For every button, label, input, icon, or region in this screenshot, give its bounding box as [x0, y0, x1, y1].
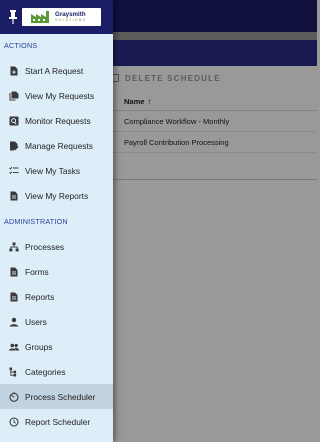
group-icon: [9, 342, 19, 352]
nav-item-label: Categories: [25, 366, 66, 377]
report-doc-icon: [9, 191, 19, 201]
nav-item-label: View My Tasks: [25, 165, 81, 176]
file-copy-icon: [9, 91, 19, 101]
user-icon: [9, 317, 19, 327]
history-icon: [9, 416, 19, 427]
nav-item-view-my-reports[interactable]: View My Reports: [0, 183, 113, 208]
nav-item-monitor-requests[interactable]: Monitor Requests: [0, 108, 113, 133]
nav-item-view-my-requests[interactable]: View My Requests: [0, 83, 113, 108]
nav-item-label: Start A Request: [25, 65, 84, 76]
nav-item-label: View My Requests: [25, 90, 95, 101]
nav-item-start-a-request[interactable]: Start A Request: [0, 58, 113, 83]
section-label-actions: ACTIONS: [4, 41, 38, 50]
nav-item-label: Monitor Requests: [25, 115, 91, 126]
logo-name: Graysmith: [55, 10, 86, 18]
nav-item-process-scheduler[interactable]: Process Scheduler: [0, 384, 113, 409]
nav-item-manage-requests[interactable]: Manage Requests: [0, 133, 113, 158]
factory-logo-icon: [31, 11, 49, 23]
nav-item-label: Manage Requests: [25, 140, 93, 151]
nav-item-label: Process Scheduler: [25, 391, 96, 402]
nav-item-label: Processes: [25, 241, 65, 252]
nav-item-view-my-tasks[interactable]: View My Tasks: [0, 158, 113, 183]
report-doc-icon: [9, 292, 19, 302]
nav-item-label: View My Reports: [25, 190, 89, 201]
hierarchy-icon: [9, 242, 19, 252]
form-doc-icon: [9, 267, 19, 277]
edit-doc-icon: [9, 141, 19, 151]
pin-icon[interactable]: [7, 9, 19, 25]
nav-item-processes[interactable]: Processes: [0, 234, 113, 259]
section-label-administration: ADMINISTRATION: [4, 217, 68, 226]
logo-wordmark: Graysmith SOLUTIONS: [55, 10, 87, 23]
nav-item-label: Users: [25, 316, 47, 327]
tree-icon: [9, 367, 19, 377]
nav-item-label: Report Scheduler: [25, 416, 91, 427]
monitor-search-icon: [9, 116, 19, 126]
logo-tagline: SOLUTIONS: [55, 17, 87, 22]
nav-item-users[interactable]: Users: [0, 309, 113, 334]
timer-icon: [9, 391, 19, 402]
file-add-icon: [9, 66, 19, 76]
nav-item-label: Reports: [25, 291, 55, 302]
navigation-drawer: Graysmith SOLUTIONS ACTIONS Start A Requ…: [0, 0, 113, 442]
nav-item-label: Groups: [25, 341, 53, 352]
nav-item-forms[interactable]: Forms: [0, 259, 113, 284]
task-list-icon: [9, 166, 19, 176]
nav-item-report-scheduler[interactable]: Report Scheduler: [0, 409, 113, 434]
drawer-header: Graysmith SOLUTIONS: [0, 0, 113, 34]
company-logo[interactable]: Graysmith SOLUTIONS: [22, 8, 101, 26]
nav-item-groups[interactable]: Groups: [0, 334, 113, 359]
nav-item-categories[interactable]: Categories: [0, 359, 113, 384]
nav-item-reports[interactable]: Reports: [0, 284, 113, 309]
nav-item-label: Forms: [25, 266, 49, 277]
